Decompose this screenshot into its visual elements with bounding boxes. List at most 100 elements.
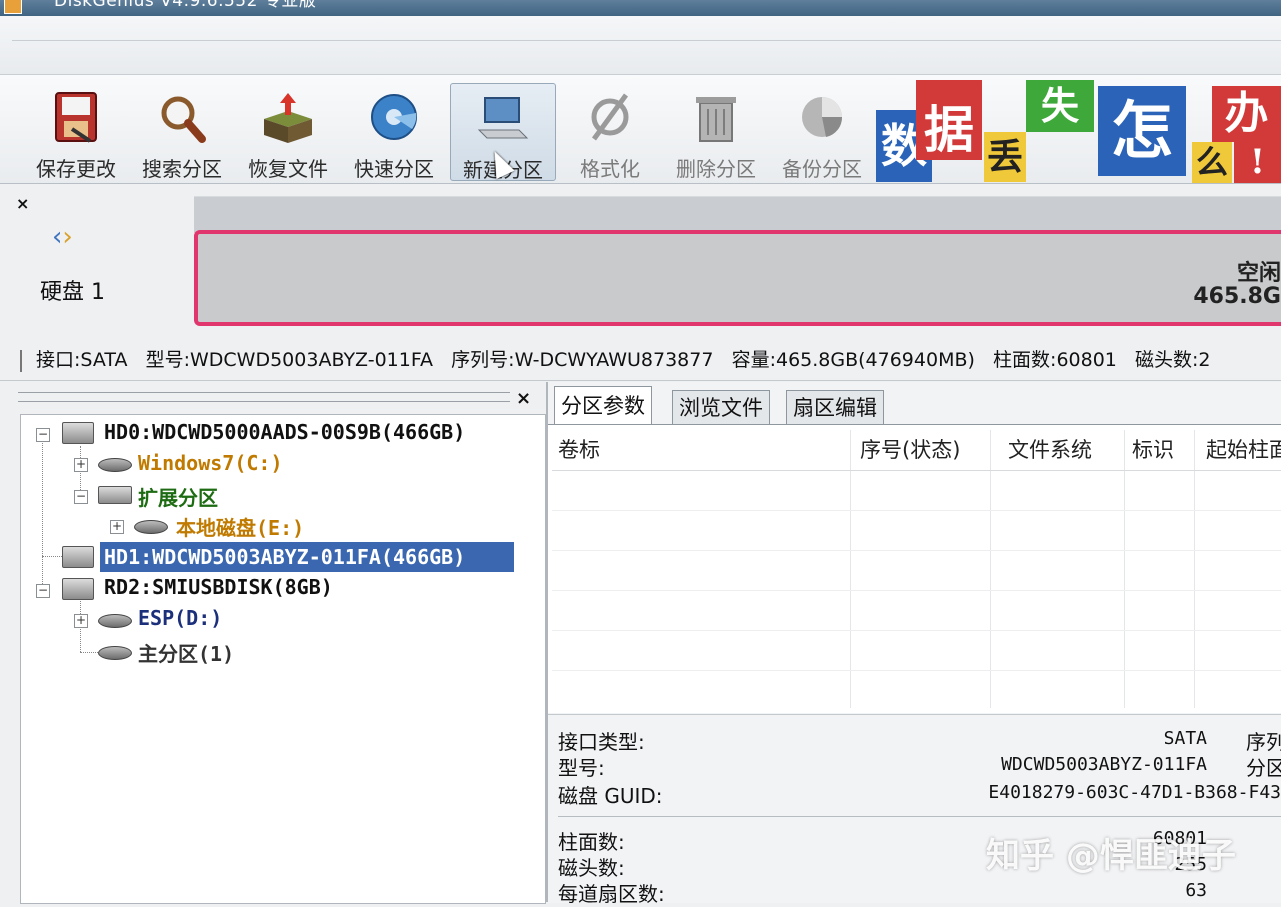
save-icon [55, 92, 97, 143]
column-header-volume[interactable]: 卷标 [558, 434, 600, 464]
tree-item-primary[interactable]: 主分区(1) [138, 638, 234, 667]
banner-char: 据 [916, 80, 982, 160]
recover-files-label: 恢复文件 [248, 157, 328, 181]
prop-heads-label: 磁头数: [558, 856, 625, 880]
tree-item-local-disk[interactable]: 本地磁盘(E:) [176, 512, 304, 541]
disk-nav-arrows[interactable]: ‹› [52, 222, 73, 252]
format-button[interactable]: 格式化 [558, 83, 662, 181]
table-row [552, 670, 1281, 671]
search-partition-label: 搜索分区 [142, 157, 222, 181]
format-label: 格式化 [580, 157, 640, 181]
banner-char: 么 [1192, 142, 1232, 183]
watermark: 知乎 @悍匪迪子 [986, 836, 1236, 876]
tab-browse-files[interactable]: 浏览文件 [672, 390, 770, 425]
extended-partition-icon [98, 486, 132, 504]
data-loss-ad-banner[interactable]: 数 据 丢 失 怎 么 办 ! [876, 80, 1281, 183]
disk-bar-top [194, 196, 1281, 233]
collapse-toggle[interactable]: − [74, 490, 88, 504]
table-row [552, 630, 1281, 631]
tree-item-hd1[interactable]: HD1:WDCWD5003ABYZ-011FA(466GB) [100, 542, 514, 572]
prop-serial-label: 序列 [1246, 730, 1281, 754]
disk-label: 硬盘 1 [40, 280, 105, 305]
delete-partition-label: 删除分区 [676, 157, 756, 181]
tree-item-hd0[interactable]: HD0:WDCWD5000AADS-00S9B(466GB) [104, 420, 465, 444]
tree-item-extended[interactable]: 扩展分区 [138, 482, 218, 511]
banner-char: 办 [1212, 86, 1281, 142]
table-row [552, 590, 1281, 591]
partition-icon [98, 646, 132, 660]
new-partition-laptop-icon [477, 97, 529, 139]
delete-partition-button[interactable]: 删除分区 [664, 83, 768, 181]
free-space-label: 空闲 [1236, 261, 1281, 286]
tab-sector-edit[interactable]: 扇区编辑 [786, 390, 884, 425]
quick-partition-disc-icon [371, 94, 417, 140]
table-row [552, 550, 1281, 551]
tree-item-windows7[interactable]: Windows7(C:) [138, 451, 283, 475]
banner-char: 失 [1026, 80, 1094, 132]
disk-info-line: 接口:SATA 型号:WDCWD5003ABYZ-011FA 序列号:W-DCW… [20, 345, 1211, 372]
prop-interface-label: 接口类型: [558, 730, 645, 754]
prop-partition-label: 分区 [1246, 756, 1281, 780]
prop-model-label: 型号: [558, 756, 605, 780]
backup-partition-button[interactable]: 备份分区 [770, 83, 874, 181]
banner-char: 丢 [984, 132, 1026, 182]
prop-sectors-label: 每道扇区数: [558, 882, 665, 906]
close-icon[interactable]: × [16, 194, 29, 213]
collapse-toggle[interactable]: − [36, 428, 50, 442]
prop-sectors-value: 63 [1185, 880, 1207, 901]
app-icon [4, 0, 22, 14]
disk-heads: 磁头数:2 [1135, 349, 1211, 371]
prop-guid-label: 磁盘 GUID: [558, 784, 663, 808]
column-header-index[interactable]: 序号(状态) [860, 434, 960, 464]
quick-partition-label: 快速分区 [354, 157, 434, 181]
trash-icon [696, 97, 736, 142]
backup-pie-icon [802, 97, 843, 137]
partition-icon [134, 520, 168, 534]
menu-bar [0, 16, 1281, 75]
tab-partition-params[interactable]: 分区参数 [554, 386, 652, 425]
save-changes-button[interactable]: 保存更改 [24, 83, 128, 181]
expand-toggle[interactable]: + [74, 614, 88, 628]
free-space-block[interactable] [194, 230, 1281, 326]
disk-capacity: 容量:465.8GB(476940MB) [731, 349, 975, 371]
disk-serial: 序列号:W-DCWYAWU873877 [451, 349, 714, 371]
close-icon[interactable]: × [516, 388, 531, 409]
collapse-toggle[interactable]: − [36, 584, 50, 598]
column-header-id[interactable]: 标识 [1132, 434, 1174, 464]
column-header-filesystem[interactable]: 文件系统 [1008, 434, 1092, 464]
removable-disk-icon [62, 578, 94, 600]
banner-char: ! [1234, 142, 1281, 183]
tree-panel-grip [18, 392, 510, 402]
tree-item-rd2[interactable]: RD2:SMIUSBDISK(8GB) [104, 575, 333, 599]
expand-toggle[interactable]: + [74, 458, 88, 472]
prop-cylinders-label: 柱面数: [558, 830, 625, 854]
backup-partition-label: 备份分区 [782, 157, 862, 181]
recover-box-icon [264, 93, 312, 143]
prop-guid-value: E4018279-603C-47D1-B368-F43 [988, 782, 1281, 803]
chevron-left-icon[interactable]: ‹ [52, 222, 62, 252]
tree-item-esp[interactable]: ESP(D:) [138, 606, 222, 630]
expand-toggle[interactable]: + [110, 520, 124, 534]
prop-model-value: WDCWD5003ABYZ-011FA [1001, 754, 1207, 775]
search-partition-button[interactable]: 搜索分区 [130, 83, 234, 181]
format-icon [591, 93, 629, 141]
disk-cylinders: 柱面数:60801 [993, 349, 1117, 371]
chevron-right-icon[interactable]: › [62, 222, 72, 252]
disk-model: 型号:WDCWD5003ABYZ-011FA [145, 349, 434, 371]
title-bar: DiskGenius V4.9.6.552 专业版 [0, 0, 1281, 16]
hard-disk-icon [62, 422, 94, 444]
magnifier-icon [161, 96, 206, 143]
table-row [552, 510, 1281, 511]
window-title: DiskGenius V4.9.6.552 专业版 [54, 0, 317, 11]
partition-icon [98, 458, 132, 472]
column-header-start-cylinder[interactable]: 起始柱面 [1206, 434, 1281, 464]
recover-files-button[interactable]: 恢复文件 [236, 83, 340, 181]
free-space-size: 465.8G [1193, 284, 1281, 309]
banner-char: 怎 [1098, 86, 1186, 176]
hard-disk-icon [62, 546, 94, 568]
quick-partition-button[interactable]: 快速分区 [342, 83, 446, 181]
disk-interface: 接口:SATA [36, 349, 128, 371]
prop-interface-value: SATA [1163, 728, 1207, 749]
partition-icon [98, 614, 132, 628]
save-changes-label: 保存更改 [36, 157, 116, 181]
